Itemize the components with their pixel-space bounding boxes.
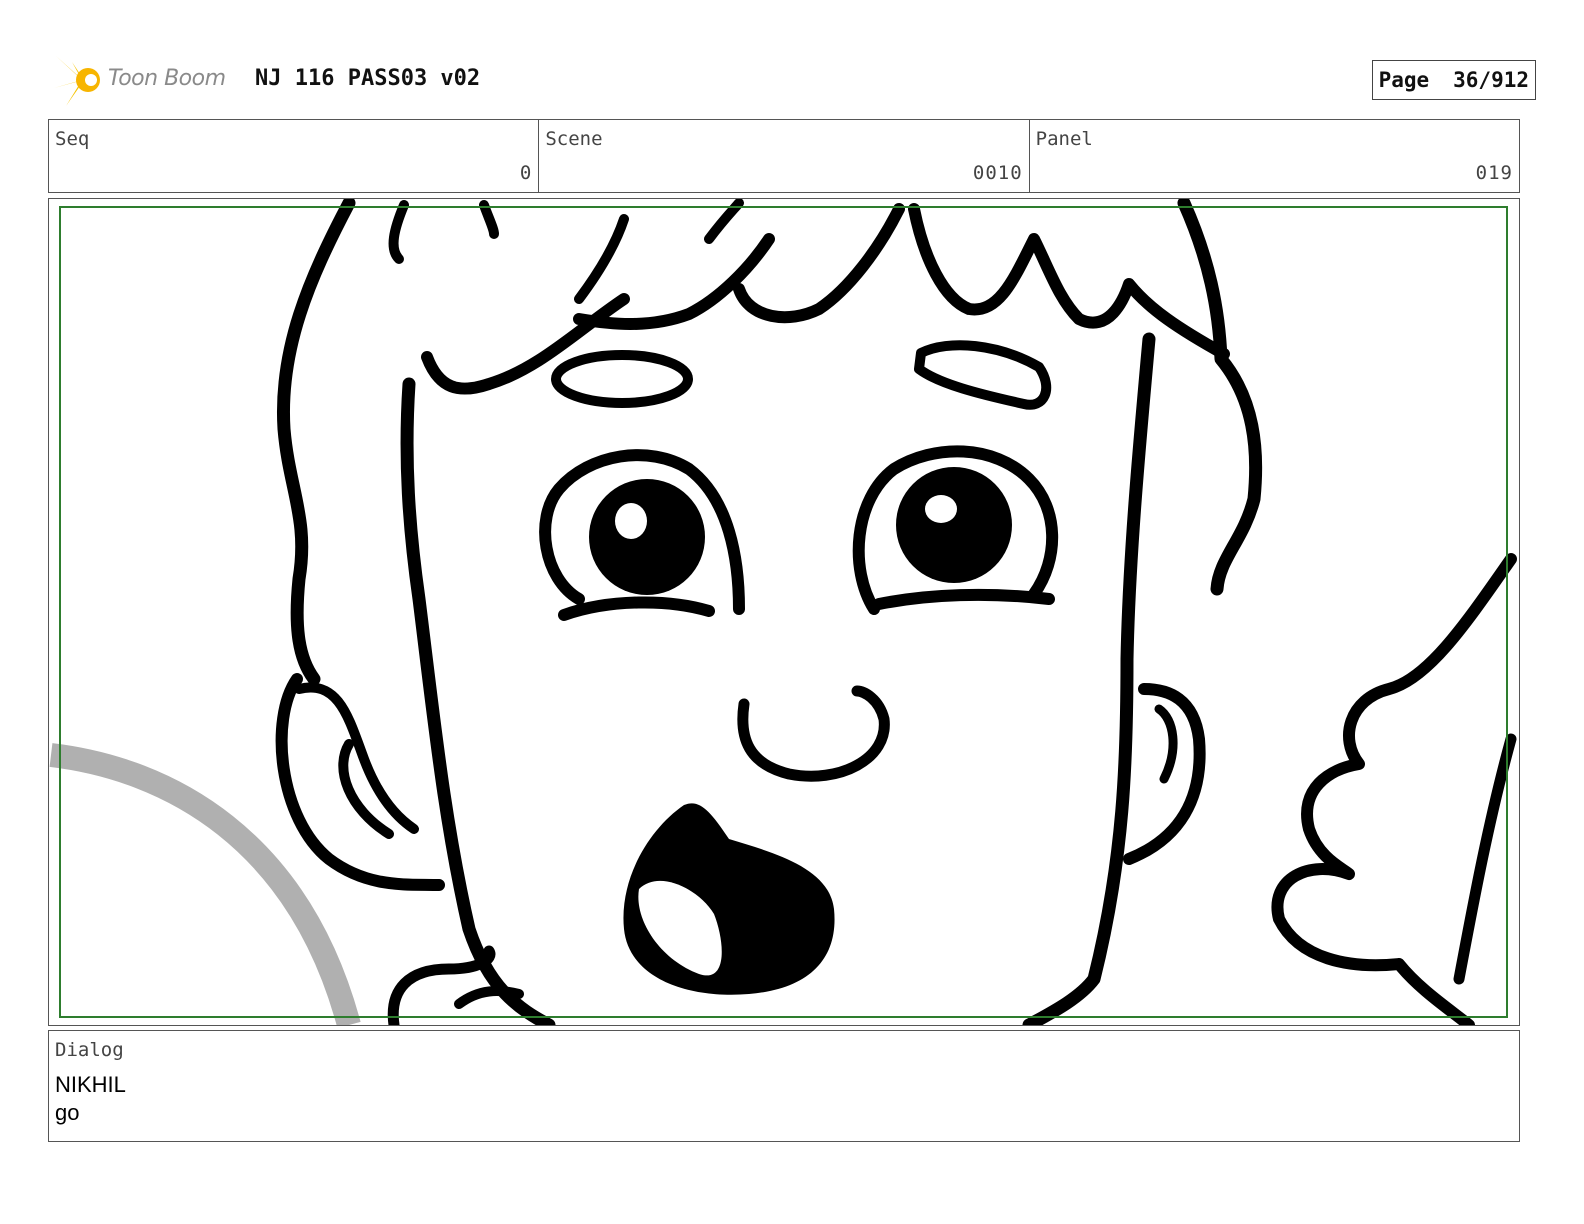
panel-cell: Panel 019 bbox=[1030, 120, 1519, 192]
dialog-text: NIKHIL go bbox=[55, 1071, 126, 1127]
eye-pupils bbox=[589, 467, 1012, 595]
seq-label: Seq bbox=[55, 128, 90, 150]
open-mouth bbox=[623, 803, 835, 995]
panel-value: 019 bbox=[1475, 162, 1513, 184]
line-art bbox=[275, 199, 1517, 1025]
dialog-label: Dialog bbox=[55, 1039, 124, 1061]
document-title: NJ 116 PASS03 v02 bbox=[255, 66, 481, 91]
dialog-speaker: NIKHIL bbox=[55, 1072, 126, 1097]
guide-arc bbox=[49, 743, 361, 1025]
dialog-box: Dialog NIKHIL go bbox=[48, 1030, 1520, 1142]
page-label: Page bbox=[1378, 68, 1430, 92]
scene-label: Scene bbox=[545, 128, 603, 150]
character-sketch bbox=[49, 199, 1517, 1025]
seq-cell: Seq 0 bbox=[49, 120, 540, 192]
dialog-line: go bbox=[55, 1100, 80, 1125]
toon-boom-logo: Toon Boom bbox=[52, 54, 242, 108]
page-value: 36/912 bbox=[1453, 68, 1529, 92]
panel-info-row: Seq 0 Scene 0010 Panel 019 bbox=[48, 119, 1520, 193]
scene-cell: Scene 0010 bbox=[539, 120, 1030, 192]
logo-text: Toon Boom bbox=[108, 66, 226, 91]
seq-value: 0 bbox=[519, 162, 533, 184]
sunburst-logo-icon bbox=[52, 56, 100, 106]
panel-label: Panel bbox=[1035, 128, 1093, 150]
storyboard-header: Toon Boom NJ 116 PASS03 v02 Page 36/912 bbox=[48, 54, 1536, 110]
scene-value: 0010 bbox=[972, 162, 1023, 184]
page-counter: Page 36/912 bbox=[1371, 60, 1536, 100]
storyboard-panel-image bbox=[48, 198, 1520, 1026]
